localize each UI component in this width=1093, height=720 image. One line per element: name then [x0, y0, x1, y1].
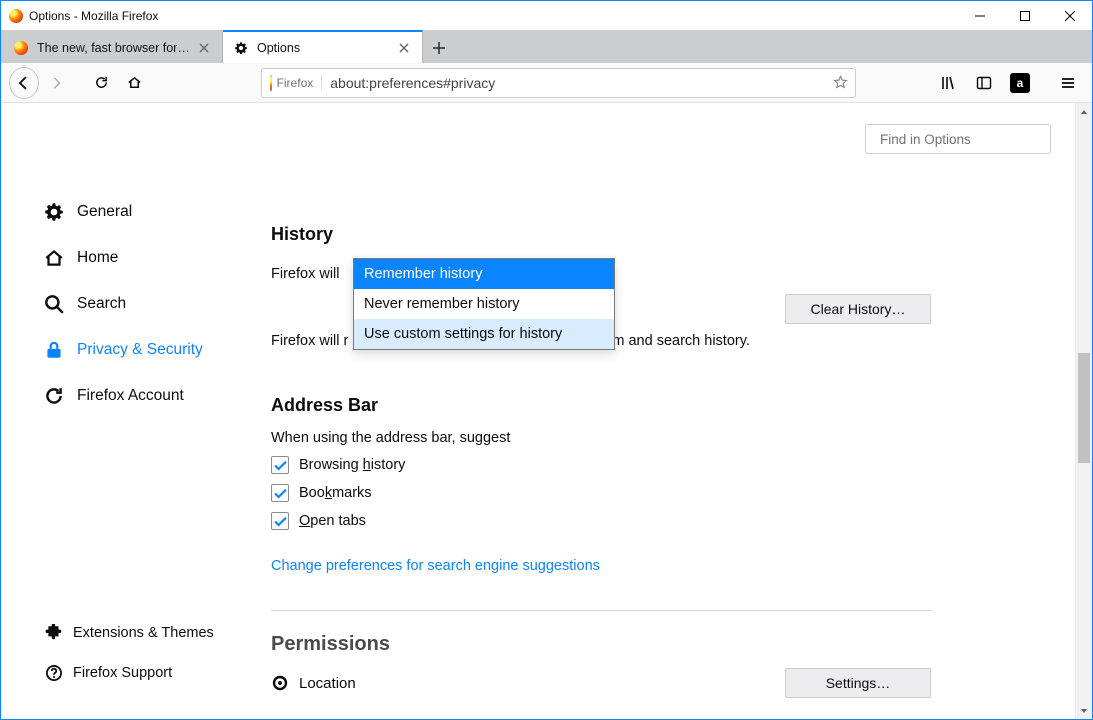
permissions-heading: Permissions: [271, 633, 931, 656]
dropdown-option[interactable]: Never remember history: [354, 289, 614, 319]
permission-label: Location: [299, 675, 356, 692]
window-maximize-button[interactable]: [1002, 1, 1047, 30]
firefox-logo-icon: [9, 9, 23, 23]
footer-support[interactable]: Firefox Support: [45, 653, 245, 693]
find-in-options[interactable]: [865, 124, 1051, 154]
location-settings-button[interactable]: Settings…: [785, 668, 931, 698]
permission-row-location: Location Settings…: [271, 668, 931, 698]
search-suggestions-link[interactable]: Change preferences for search engine sug…: [271, 558, 600, 574]
home-icon: [43, 247, 65, 269]
amazon-shortcut-button[interactable]: a: [1004, 67, 1036, 99]
category-account[interactable]: Firefox Account: [43, 373, 241, 419]
options-content: General Home Search: [1, 103, 1075, 719]
category-label: Privacy & Security: [77, 341, 203, 359]
category-privacy[interactable]: Privacy & Security: [43, 327, 241, 373]
scroll-up-arrow-icon[interactable]: [1076, 103, 1092, 120]
location-icon: [271, 674, 289, 692]
category-search[interactable]: Search: [43, 281, 241, 327]
window-titlebar: Options - Mozilla Firefox: [1, 1, 1092, 30]
url-input[interactable]: [322, 69, 825, 97]
history-desc-right: m and search history.: [612, 333, 750, 349]
tab-close-button[interactable]: [396, 40, 412, 56]
firefox-logo-icon: [270, 75, 271, 91]
checkbox-icon: [271, 512, 289, 530]
app-menu-button[interactable]: [1052, 67, 1084, 99]
checkbox-icon: [271, 456, 289, 474]
sync-icon: [43, 385, 65, 407]
category-home[interactable]: Home: [43, 235, 241, 281]
lock-icon: [43, 339, 65, 361]
history-heading: History: [271, 224, 931, 245]
checkbox-browsing-history[interactable]: Browsing history: [271, 456, 931, 474]
puzzle-icon: [45, 624, 63, 642]
tab-item[interactable]: The new, fast browser for Mac,: [3, 32, 223, 63]
window-title: Options - Mozilla Firefox: [29, 9, 158, 23]
category-label: Firefox Account: [77, 387, 184, 405]
section-divider: [271, 610, 931, 611]
dropdown-option[interactable]: Remember history: [354, 259, 614, 289]
nav-reload-button[interactable]: [87, 67, 117, 99]
history-desc-left: Firefox will r: [271, 333, 348, 349]
clear-history-button[interactable]: Clear History…: [785, 294, 931, 324]
tab-title: Options: [257, 41, 390, 55]
checkbox-open-tabs[interactable]: Open tabs: [271, 512, 931, 530]
scrollbar-thumb[interactable]: [1078, 353, 1090, 463]
bookmark-star-icon[interactable]: [825, 75, 855, 90]
category-general[interactable]: General: [43, 189, 241, 235]
help-icon: [45, 664, 63, 682]
checkbox-label: Open tabs: [299, 513, 366, 529]
amazon-icon: a: [1010, 73, 1030, 93]
new-tab-button[interactable]: [423, 32, 455, 63]
checkbox-label: Browsing history: [299, 457, 405, 473]
nav-home-button[interactable]: [119, 67, 149, 99]
checkbox-label: Bookmarks: [299, 485, 372, 501]
category-label: General: [77, 203, 132, 221]
options-categories: General Home Search: [43, 189, 241, 419]
window-close-button[interactable]: [1047, 1, 1092, 30]
dropdown-option[interactable]: Use custom settings for history: [354, 319, 614, 349]
identity-label: Firefox: [277, 76, 314, 90]
search-icon: [43, 293, 65, 315]
footer-link-label: Firefox Support: [73, 665, 172, 681]
nav-back-button[interactable]: [9, 67, 39, 99]
category-label: Search: [77, 295, 126, 313]
checkbox-bookmarks[interactable]: Bookmarks: [271, 484, 931, 502]
main-pane: History Firefox will Remember history ▾ …: [271, 224, 931, 698]
footer-link-label: Extensions & Themes: [73, 625, 214, 641]
gear-icon: [43, 201, 65, 223]
tab-strip: The new, fast browser for Mac, Options: [1, 30, 1092, 63]
window-minimize-button[interactable]: [957, 1, 1002, 30]
history-mode-dropdown: Remember history Never remember history …: [353, 258, 615, 350]
nav-toolbar: Firefox a: [1, 63, 1092, 103]
firefox-logo-icon: [13, 40, 29, 56]
find-in-options-input[interactable]: [880, 132, 1057, 147]
addressbar-heading: Address Bar: [271, 395, 931, 416]
scroll-down-arrow-icon[interactable]: [1076, 702, 1092, 719]
tab-item-active[interactable]: Options: [223, 30, 423, 63]
footer-extensions[interactable]: Extensions & Themes: [45, 613, 245, 653]
gear-icon: [233, 40, 249, 56]
firefox-window: Options - Mozilla Firefox The new, fast …: [0, 0, 1093, 720]
url-bar[interactable]: Firefox: [261, 68, 856, 98]
nav-forward-button[interactable]: [41, 67, 71, 99]
checkbox-icon: [271, 484, 289, 502]
tab-title: The new, fast browser for Mac,: [37, 41, 190, 55]
tab-close-button[interactable]: [196, 40, 212, 56]
category-label: Home: [77, 249, 118, 267]
sidebar-toggle-button[interactable]: [968, 67, 1000, 99]
identity-box[interactable]: Firefox: [262, 75, 322, 91]
vertical-scrollbar[interactable]: [1075, 103, 1092, 719]
library-button[interactable]: [932, 67, 964, 99]
options-footer-links: Extensions & Themes Firefox Support: [45, 613, 245, 693]
addressbar-subtext: When using the address bar, suggest: [271, 430, 931, 446]
history-label: Firefox will: [271, 266, 339, 282]
